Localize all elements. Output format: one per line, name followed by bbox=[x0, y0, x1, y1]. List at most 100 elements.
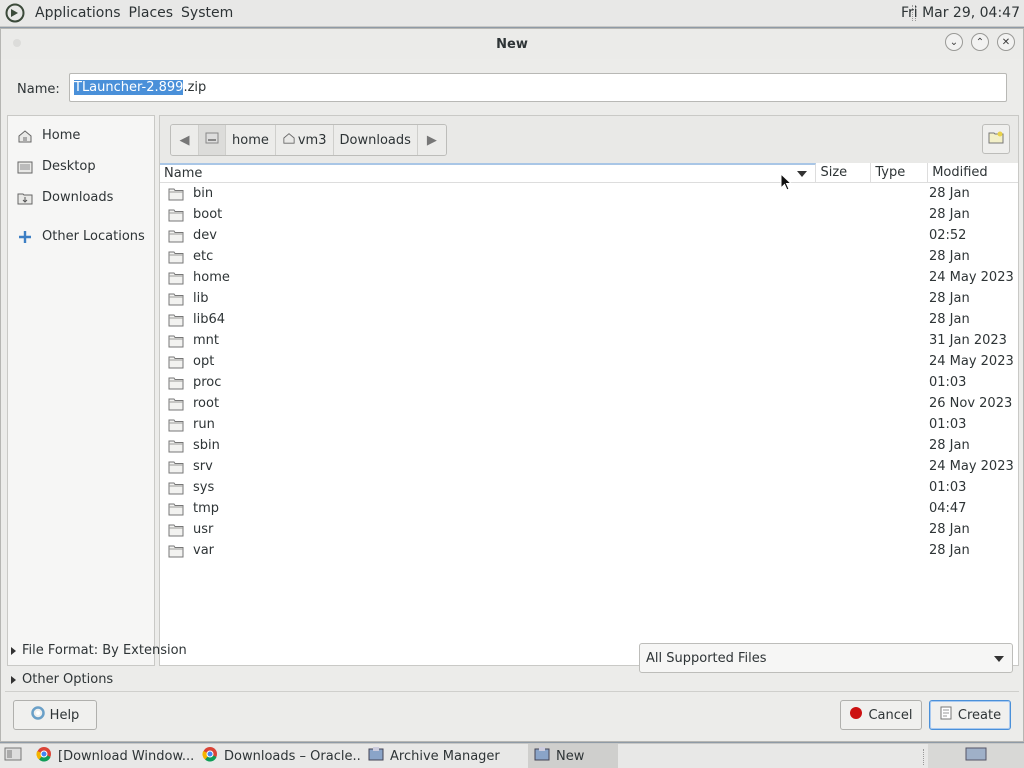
folder-icon bbox=[168, 397, 184, 411]
sidebar-item-home[interactable]: Home bbox=[8, 120, 154, 151]
maximize-button[interactable]: ⌃ bbox=[971, 33, 989, 51]
workspace-switcher[interactable] bbox=[928, 743, 1024, 768]
column-label: Size bbox=[820, 165, 848, 180]
window-menu-icon[interactable] bbox=[13, 39, 21, 47]
sidebar-item-desktop[interactable]: Desktop bbox=[8, 151, 154, 182]
menu-system[interactable]: System bbox=[177, 5, 237, 21]
expander-label: File Format: By Extension bbox=[22, 643, 187, 658]
show-desktop-button[interactable] bbox=[0, 744, 30, 768]
create-button[interactable]: Create bbox=[929, 700, 1011, 730]
taskbar-item[interactable]: Downloads – Oracle... bbox=[196, 744, 362, 768]
column-header-modified[interactable]: Modified bbox=[928, 163, 1018, 183]
chrome-icon bbox=[36, 746, 52, 766]
home-icon bbox=[282, 132, 296, 148]
path-segment-home[interactable]: home bbox=[226, 125, 276, 155]
close-button[interactable]: ✕ bbox=[997, 33, 1015, 51]
folder-icon bbox=[168, 208, 184, 222]
menu-applications[interactable]: Applications bbox=[31, 5, 125, 21]
file-row[interactable]: boot 28 Jan bbox=[160, 204, 1018, 225]
places-sidebar: Home Desktop Downloads Other Locations bbox=[7, 115, 155, 666]
top-panel: Applications Places System Fri Mar 29, 0… bbox=[0, 0, 1024, 27]
name-label: Name: bbox=[17, 81, 60, 97]
column-header-size[interactable]: Size bbox=[816, 162, 872, 183]
file-name: bin bbox=[193, 186, 214, 201]
column-header-name[interactable]: Name bbox=[160, 162, 817, 183]
file-modified: 28 Jan bbox=[928, 438, 970, 453]
sidebar-item-downloads[interactable]: Downloads bbox=[8, 182, 154, 213]
file-modified: 01:03 bbox=[928, 480, 967, 495]
file-row[interactable]: etc 28 Jan bbox=[160, 246, 1018, 267]
column-label: Name bbox=[164, 166, 203, 181]
workspace-icon bbox=[965, 746, 987, 766]
cancel-button[interactable]: Cancel bbox=[840, 700, 922, 730]
path-scroll-left-button[interactable]: ◀ bbox=[171, 125, 199, 155]
distro-logo-icon[interactable] bbox=[4, 2, 26, 24]
chevron-right-icon: ▶ bbox=[426, 132, 437, 148]
file-row[interactable]: var 28 Jan bbox=[160, 540, 1018, 561]
clock[interactable]: Fri Mar 29, 04:47 bbox=[901, 5, 1020, 21]
file-name: run bbox=[193, 417, 215, 432]
folder-icon bbox=[168, 250, 184, 264]
file-format-expander[interactable]: File Format: By Extension bbox=[11, 643, 187, 658]
file-row[interactable]: bin 28 Jan bbox=[160, 183, 1018, 204]
file-filter-dropdown[interactable]: All Supported Files bbox=[639, 643, 1013, 673]
taskbar-item-label: New bbox=[556, 748, 585, 764]
folder-icon bbox=[168, 502, 184, 516]
file-row[interactable]: dev 02:52 bbox=[160, 225, 1018, 246]
sidebar-item-other-locations[interactable]: Other Locations bbox=[8, 221, 154, 252]
file-name: srv bbox=[193, 459, 213, 474]
other-options-expander[interactable]: Other Options bbox=[11, 672, 113, 687]
filename-input[interactable]: TLauncher-2.899 .zip bbox=[69, 73, 1007, 102]
path-segment-label: vm3 bbox=[297, 132, 327, 148]
expander-arrow-icon bbox=[11, 646, 16, 655]
file-modified: 02:52 bbox=[928, 228, 967, 243]
stop-icon bbox=[849, 706, 863, 724]
title-bar[interactable]: New ⌄ ⌃ ✕ bbox=[1, 29, 1023, 59]
folder-icon bbox=[168, 376, 184, 390]
taskbar-item[interactable]: New bbox=[528, 743, 618, 768]
taskbar-item[interactable]: [Download Window... bbox=[30, 744, 196, 768]
file-name: lib64 bbox=[193, 312, 226, 327]
folder-icon bbox=[168, 313, 184, 327]
help-button[interactable]: Help bbox=[13, 700, 97, 730]
file-row[interactable]: lib64 28 Jan bbox=[160, 309, 1018, 330]
column-header-type[interactable]: Type bbox=[871, 162, 929, 183]
folder-icon bbox=[168, 418, 184, 432]
path-segment-downloads[interactable]: Downloads bbox=[333, 125, 418, 155]
menu-places[interactable]: Places bbox=[125, 5, 178, 21]
file-row[interactable]: srv 24 May 2023 bbox=[160, 456, 1018, 477]
path-scroll-right-button[interactable]: ▶ bbox=[417, 125, 446, 155]
file-row[interactable]: usr 28 Jan bbox=[160, 519, 1018, 540]
create-folder-button[interactable] bbox=[982, 124, 1010, 154]
file-row[interactable]: tmp 04:47 bbox=[160, 498, 1018, 519]
file-row[interactable]: run 01:03 bbox=[160, 414, 1018, 435]
file-name: dev bbox=[193, 228, 217, 243]
file-name: proc bbox=[193, 375, 222, 390]
file-list[interactable]: Name Size Type Modified bin 28 Jan boot 28 … bbox=[159, 162, 1019, 666]
document-icon bbox=[939, 706, 953, 724]
archive-icon bbox=[534, 746, 550, 766]
path-root-button[interactable] bbox=[199, 125, 226, 155]
file-modified: 28 Jan bbox=[928, 291, 970, 306]
file-row[interactable]: lib 28 Jan bbox=[160, 288, 1018, 309]
chevron-down-icon: ⌄ bbox=[949, 36, 959, 48]
close-icon: ✕ bbox=[1001, 36, 1011, 48]
minimize-button[interactable]: ⌄ bbox=[945, 33, 963, 51]
file-name: mnt bbox=[193, 333, 219, 348]
taskbar-item[interactable]: Archive Manager bbox=[362, 744, 528, 768]
chevron-up-icon: ⌃ bbox=[975, 36, 985, 48]
file-row[interactable]: opt 24 May 2023 bbox=[160, 351, 1018, 372]
file-row[interactable]: sys 01:03 bbox=[160, 477, 1018, 498]
file-row[interactable]: mnt 31 Jan 2023 bbox=[160, 330, 1018, 351]
file-row[interactable]: sbin 28 Jan bbox=[160, 435, 1018, 456]
name-row: Name: TLauncher-2.899 .zip bbox=[1, 69, 1023, 109]
file-row[interactable]: home 24 May 2023 bbox=[160, 267, 1018, 288]
file-row[interactable]: proc 01:03 bbox=[160, 372, 1018, 393]
button-label: Cancel bbox=[868, 707, 913, 723]
sidebar-item-label: Home bbox=[42, 128, 81, 143]
sidebar-item-label: Desktop bbox=[42, 159, 96, 174]
file-modified: 28 Jan bbox=[928, 249, 970, 264]
path-segment-vm3[interactable]: vm3 bbox=[275, 125, 334, 155]
file-modified: 28 Jan bbox=[928, 312, 970, 327]
file-row[interactable]: root 26 Nov 2023 bbox=[160, 393, 1018, 414]
